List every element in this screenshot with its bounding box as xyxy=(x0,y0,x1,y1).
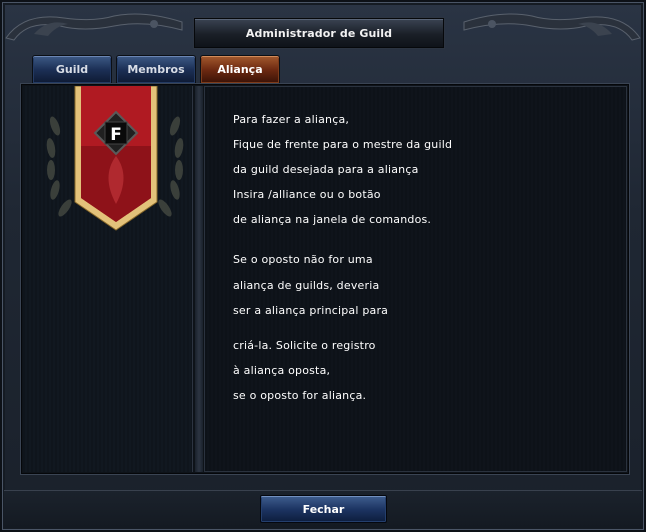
instruction-line: Para fazer a aliança, xyxy=(233,113,350,126)
laurel-left-icon xyxy=(46,116,72,217)
alliance-instructions-panel: Para fazer a aliança, Fique de frente pa… xyxy=(204,86,627,472)
tab-bar: Guild Membros Aliança xyxy=(32,55,280,83)
instruction-line: criá-la. Solicite o registro xyxy=(233,339,376,352)
instruction-line: à aliança oposta, xyxy=(233,364,331,377)
instruction-line: Insira /alliance ou o botão xyxy=(233,188,381,201)
tab-alianca[interactable]: Aliança xyxy=(200,55,280,83)
instruction-line: de aliança na janela de comandos. xyxy=(233,213,432,226)
title-bar[interactable]: Administrador de Guild xyxy=(2,2,644,58)
tab-membros[interactable]: Membros xyxy=(116,55,196,83)
guild-emblem: F xyxy=(46,86,184,231)
title-plate: Administrador de Guild xyxy=(194,18,444,48)
panel-divider xyxy=(195,86,203,472)
laurel-right-icon xyxy=(158,116,184,217)
emblem-letter: F xyxy=(110,125,122,145)
instruction-line: Se o oposto não for uma xyxy=(233,253,373,266)
instruction-line: aliança de guilds, deveria xyxy=(233,279,380,292)
title-ornament-right xyxy=(463,13,641,41)
guild-admin-window: Administrador de Guild Guild Membros Ali… xyxy=(0,0,646,532)
window-title: Administrador de Guild xyxy=(245,26,393,40)
instruction-line: Fique de frente para o mestre da guild xyxy=(233,138,453,151)
close-button[interactable]: Fechar xyxy=(260,495,387,523)
title-ornament-left xyxy=(5,13,183,41)
instruction-line: se o oposto for aliança. xyxy=(233,389,367,402)
instruction-line: ser a aliança principal para xyxy=(233,304,389,317)
content-frame: F Para fazer a aliança, Fique de frente … xyxy=(20,83,630,475)
instruction-line: da guild desejada para a aliança xyxy=(233,163,419,176)
emblem-panel: F xyxy=(23,86,193,472)
tab-guild[interactable]: Guild xyxy=(32,55,112,83)
